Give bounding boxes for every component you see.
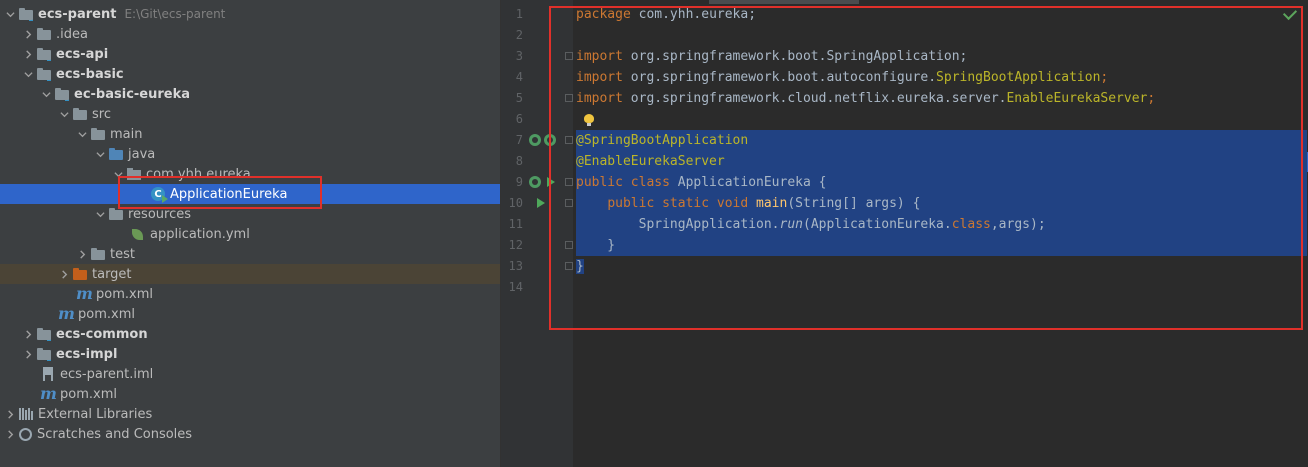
tree-item-idea[interactable]: .idea <box>0 24 500 44</box>
tree-item-label: pom.xml <box>78 306 135 322</box>
project-path: E:\Git\ecs-parent <box>124 7 226 21</box>
chevron-right-icon[interactable] <box>2 424 18 444</box>
maven-icon: m <box>76 284 93 303</box>
tree-item-ecs-api[interactable]: ecs-api <box>0 44 500 64</box>
module-folder-icon <box>36 46 52 62</box>
spring-bean-icon[interactable] <box>529 176 541 188</box>
module-folder-icon <box>54 86 70 102</box>
tree-item-scratches[interactable]: Scratches and Consoles <box>0 424 500 444</box>
folder-icon <box>72 106 88 122</box>
scratches-icon <box>19 427 32 441</box>
tree-item-target[interactable]: target <box>0 264 500 284</box>
line-number: 12 <box>508 238 523 252</box>
maven-icon: m <box>40 384 57 403</box>
tree-item-label: java <box>128 146 156 162</box>
tree-item-label: target <box>92 266 132 282</box>
tree-item-test[interactable]: test <box>0 244 500 264</box>
tree-item-pom-basic[interactable]: m pom.xml <box>0 304 500 324</box>
highlight-box-tree <box>118 176 322 209</box>
tree-item-label: ecs-common <box>56 326 148 342</box>
project-tree-panel: ecs-parent E:\Git\ecs-parent .idea ecs-a… <box>0 0 500 467</box>
tree-item-label: ecs-parent <box>38 6 117 22</box>
tree-item-label: ecs-api <box>56 46 109 62</box>
module-folder-icon <box>36 326 52 342</box>
line-number: 5 <box>515 91 523 105</box>
chevron-right-icon[interactable] <box>20 324 36 344</box>
line-number: 4 <box>515 70 523 84</box>
tree-item-main[interactable]: main <box>0 124 500 144</box>
chevron-down-icon[interactable] <box>56 104 72 124</box>
excluded-folder-icon <box>72 266 88 282</box>
tree-item-ecs-basic[interactable]: ecs-basic <box>0 64 500 84</box>
maven-icon: m <box>58 304 75 323</box>
tree-item-ecs-impl[interactable]: ecs-impl <box>0 344 500 364</box>
line-number: 13 <box>508 259 523 273</box>
tree-item-external-libraries[interactable]: External Libraries <box>0 404 500 424</box>
chevron-right-icon[interactable] <box>2 404 18 424</box>
module-file-icon <box>40 366 56 382</box>
tree-item-label: ecs-impl <box>56 346 118 362</box>
tree-item-label: ec-basic-eureka <box>74 86 191 102</box>
line-number: 2 <box>515 28 523 42</box>
chevron-right-icon[interactable] <box>74 244 90 264</box>
folder-icon <box>36 26 52 42</box>
chevron-down-icon[interactable] <box>2 4 18 24</box>
chevron-down-icon[interactable] <box>92 204 108 224</box>
chevron-right-icon[interactable] <box>20 24 36 44</box>
tree-item-ecs-parent[interactable]: ecs-parent E:\Git\ecs-parent <box>0 4 500 24</box>
library-icon <box>18 406 34 422</box>
module-folder-icon <box>18 6 34 22</box>
tree-item-ecs-parent-iml[interactable]: ecs-parent.iml <box>0 364 500 384</box>
line-number: 3 <box>515 49 523 63</box>
chevron-right-icon[interactable] <box>20 44 36 64</box>
line-number: 14 <box>508 280 523 294</box>
tree-item-src[interactable]: src <box>0 104 500 124</box>
line-number: 1 <box>515 7 523 21</box>
tree-item-label: pom.xml <box>60 386 117 402</box>
tree-item-label: test <box>110 246 135 262</box>
folder-icon <box>90 126 106 142</box>
source-folder-icon <box>108 146 124 162</box>
chevron-down-icon[interactable] <box>74 124 90 144</box>
tree-item-java[interactable]: java <box>0 144 500 164</box>
tree-item-label: .idea <box>56 26 88 42</box>
spring-bean-icon[interactable] <box>529 134 541 146</box>
line-number: 11 <box>508 217 523 231</box>
chevron-down-icon[interactable] <box>92 144 108 164</box>
line-number: 9 <box>515 175 523 189</box>
line-number: 10 <box>508 196 523 210</box>
spring-leaf-icon <box>130 226 146 242</box>
tree-item-label: ecs-basic <box>56 66 124 82</box>
tree-item-label: ecs-parent.iml <box>60 366 154 382</box>
line-number: 6 <box>515 112 523 126</box>
chevron-down-icon[interactable] <box>20 64 36 84</box>
tree-item-label: Scratches and Consoles <box>37 426 193 442</box>
chevron-right-icon[interactable] <box>56 264 72 284</box>
code-editor[interactable]: 1 2 3 4 5 6 7 8 9 10 11 12 13 14 package… <box>500 0 1308 467</box>
tree-item-label: pom.xml <box>96 286 153 302</box>
chevron-down-icon[interactable] <box>38 84 54 104</box>
folder-icon <box>90 246 106 262</box>
tree-item-label: src <box>92 106 111 122</box>
run-icon[interactable] <box>537 198 545 208</box>
tree-item-pom-root[interactable]: m pom.xml <box>0 384 500 404</box>
tree-item-label: main <box>110 126 143 142</box>
highlight-box-editor <box>549 6 1303 330</box>
module-folder-icon <box>36 346 52 362</box>
line-number: 8 <box>515 154 523 168</box>
tree-item-label: External Libraries <box>38 406 153 422</box>
module-folder-icon <box>36 66 52 82</box>
tree-item-ec-basic-eureka[interactable]: ec-basic-eureka <box>0 84 500 104</box>
chevron-right-icon[interactable] <box>20 344 36 364</box>
line-number: 7 <box>515 133 523 147</box>
tree-item-application-yml[interactable]: application.yml <box>0 224 500 244</box>
tree-item-ecs-common[interactable]: ecs-common <box>0 324 500 344</box>
tree-item-label: application.yml <box>150 226 250 242</box>
tree-item-pom-inner[interactable]: m pom.xml <box>0 284 500 304</box>
